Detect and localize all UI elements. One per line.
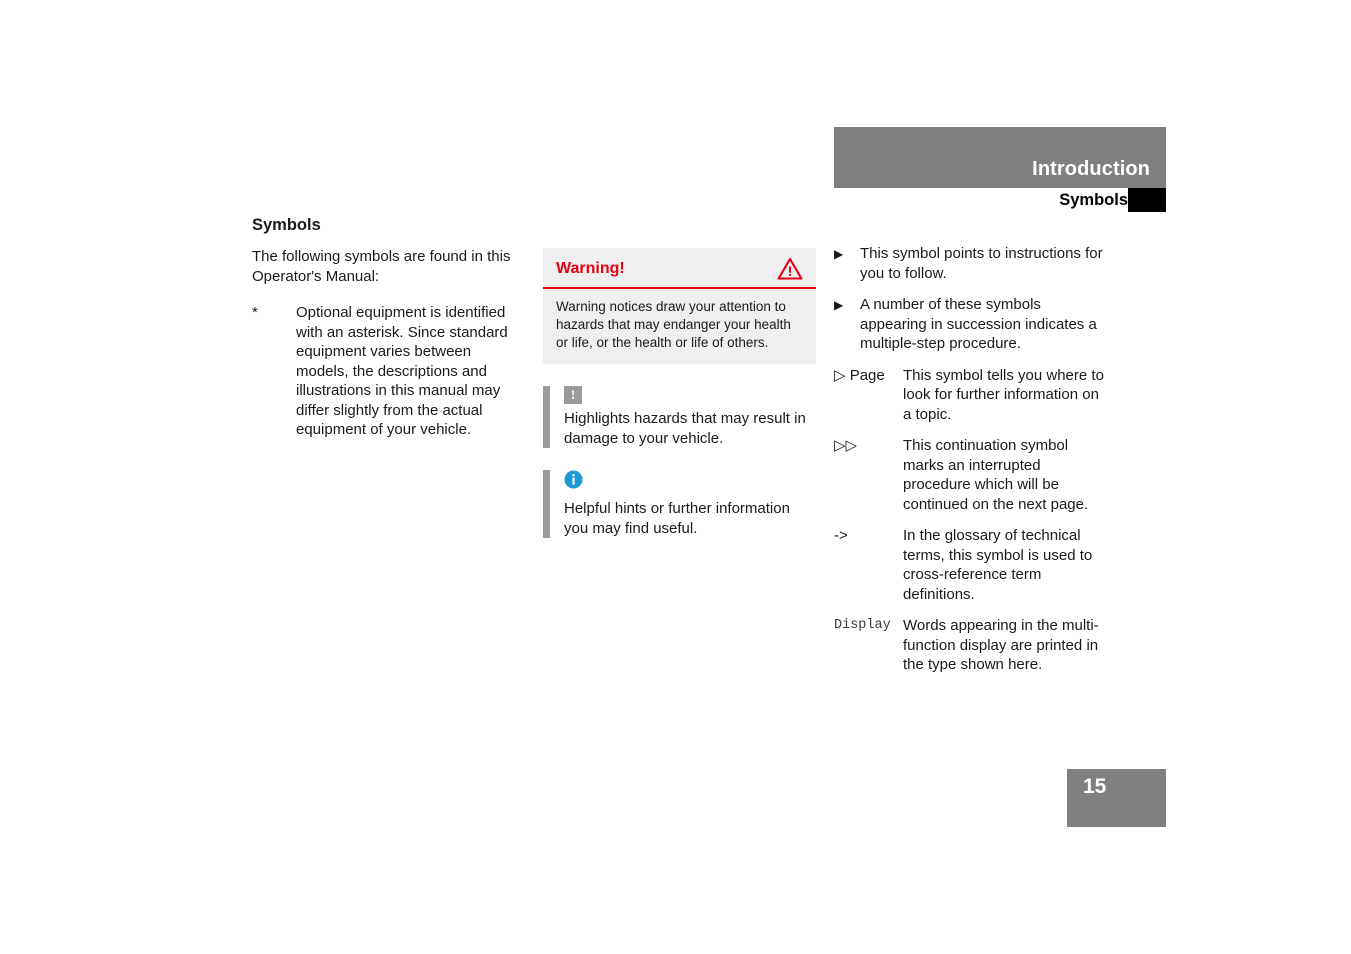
left-column: Symbols The following symbols are found … <box>252 216 524 440</box>
page-number-box: 15 <box>1067 769 1166 827</box>
symbol-row-multistep: ▶ A number of these symbols appearing in… <box>834 295 1106 354</box>
symbol-description: In the glossary of technical terms, this… <box>903 527 1093 603</box>
info-circle-icon <box>564 470 816 494</box>
page-header-title: Introduction <box>1032 158 1150 180</box>
symbol-description: This symbol tells you where to look for … <box>903 366 1104 423</box>
callout-content: ! Highlights hazards that may result in … <box>550 386 816 448</box>
symbol-row-display-type: Display Words appearing in the multi-fun… <box>834 616 1106 675</box>
exclamation-square-icon: ! <box>564 386 816 404</box>
chapter-tab-marker <box>1128 188 1166 212</box>
callout-accent-bar <box>543 386 550 448</box>
right-column: ▶ This symbol points to instructions for… <box>834 244 1106 675</box>
warning-body-text: Warning notices draw your attention to h… <box>556 299 791 350</box>
arrow-cross-reference-icon: -> <box>834 527 848 544</box>
symbol-description: A number of these symbols appearing in s… <box>860 296 1097 352</box>
middle-column: Warning! Warning notices draw your atten… <box>543 248 816 538</box>
warning-label: Warning! <box>556 260 625 277</box>
continuation-triangles-icon: ▷▷ <box>834 437 858 454</box>
callout-vehicle-damage: ! Highlights hazards that may result in … <box>543 386 816 448</box>
filled-triangle-icon: ▶ <box>834 247 844 261</box>
symbol-row-continuation: ▷▷ This continuation symbol marks an int… <box>834 436 1106 514</box>
definition-row-asterisk: * Optional equipment is identified with … <box>252 303 524 440</box>
callout-content: Helpful hints or further information you… <box>550 470 816 538</box>
symbol-description: Words appearing in the multi-function di… <box>903 617 1099 673</box>
symbol-description: This continuation symbol marks an interr… <box>903 437 1089 513</box>
symbol-row-instruction: ▶ This symbol points to instructions for… <box>834 244 1106 283</box>
page-header-bar: Introduction <box>834 127 1166 188</box>
callout-helpful-hint: Helpful hints or further information you… <box>543 470 816 538</box>
symbol-row-page-reference: ▷ Page This symbol tells you where to lo… <box>834 366 1106 425</box>
page-number: 15 <box>1083 775 1107 798</box>
warning-box-header: Warning! <box>543 248 816 289</box>
warning-triangle-icon <box>777 257 803 280</box>
warning-box: Warning! Warning notices draw your atten… <box>543 248 816 364</box>
callout-text: Highlights hazards that may result in da… <box>564 410 806 447</box>
asterisk-marker: * <box>252 304 258 321</box>
callout-text: Helpful hints or further information you… <box>564 500 790 537</box>
intro-paragraph: The following symbols are found in this … <box>252 248 511 285</box>
asterisk-definition-text: Optional equipment is identified with an… <box>296 304 508 438</box>
section-title: Symbols <box>252 216 321 234</box>
symbol-row-glossary: -> In the glossary of technical terms, t… <box>834 526 1106 604</box>
page-reference-icon: ▷ Page <box>834 366 885 384</box>
page-header-subtitle: Symbols <box>1059 191 1128 209</box>
filled-triangle-icon: ▶ <box>834 298 844 312</box>
symbol-description: This symbol points to instructions for y… <box>860 245 1103 282</box>
display-type-sample: Display <box>834 618 891 633</box>
callout-accent-bar <box>543 470 550 538</box>
